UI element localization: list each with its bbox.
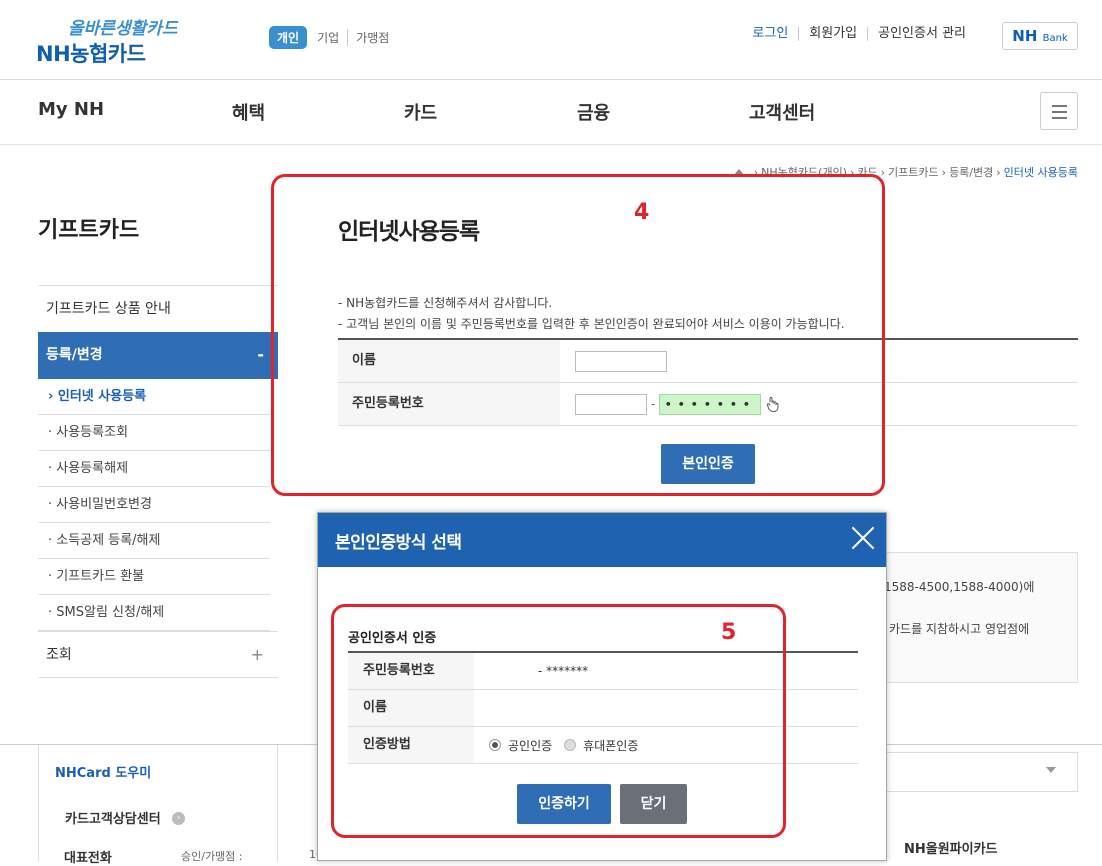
gnb-card[interactable]: 카드 — [404, 99, 437, 125]
rrn-label: 주민등록번호 — [338, 383, 560, 425]
chevron-down-icon — [1046, 767, 1056, 773]
lnb-inquiry[interactable]: 조회 + — [38, 631, 278, 678]
keypad-icon[interactable] — [766, 396, 779, 412]
lnb-register-label: 등록/변경 — [46, 347, 103, 363]
breadcrumb-current: 인터넷 사용등록 — [1003, 166, 1078, 179]
nh-bank-main: NH — [1012, 27, 1038, 45]
form-row-rrn: 주민등록번호 - ••••••• — [338, 383, 1078, 426]
rrn-separator: - — [651, 397, 656, 411]
lnb-sub-sms-alert[interactable]: · SMS알림 신청/해제 — [38, 595, 270, 631]
close-icon[interactable] — [851, 526, 875, 550]
annotation-label-5: 5 — [721, 620, 737, 645]
modal-header: 본인인증방식 선택 — [318, 513, 886, 567]
breadcrumb-item[interactable]: 기프트카드 — [888, 164, 939, 180]
lnb-giftcard-product[interactable]: 기프트카드 상품 안내 — [38, 285, 278, 332]
certificate-manage-link[interactable]: 공인인증서 관리 — [867, 27, 976, 41]
identity-verify-button[interactable]: 본인인증 — [661, 444, 755, 484]
nh-bank-button[interactable]: NH Bank — [1002, 22, 1078, 50]
lnb-sub-register-cancel[interactable]: · 사용등록해제 — [38, 451, 270, 487]
authenticate-button[interactable]: 인증하기 — [517, 784, 611, 824]
lnb-sub-internet-register[interactable]: › 인터넷 사용등록 — [38, 379, 270, 415]
arrow-right-icon[interactable]: › — [172, 812, 185, 825]
home-icon[interactable] — [732, 168, 745, 176]
page-title: 인터넷사용등록 — [338, 219, 480, 245]
logo-slogan[interactable]: 올바른생활카드 — [68, 14, 177, 39]
modal-name-value — [474, 690, 858, 726]
tab-personal[interactable]: 개인 — [269, 26, 308, 49]
helper-title: NHCard 도우미 — [55, 766, 152, 781]
breadcrumb: › NH농협카드(개인) › 카드 › 기프트카드 › 등록/변경 › 인터넷 … — [732, 164, 1078, 180]
menu-button[interactable] — [1040, 92, 1078, 130]
cs-center-label[interactable]: 카드고객상담센터 — [65, 808, 161, 827]
modal-row-name: 이름 — [348, 690, 858, 727]
expand-icon[interactable]: + — [251, 632, 264, 678]
gnb-benefits[interactable]: 혜택 — [232, 99, 265, 125]
left-nav: 기프트카드 상품 안내 등록/변경 - › 인터넷 사용등록 · 사용등록조회 … — [38, 285, 278, 678]
notice-item: - 고객님 본인의 이름 및 주민등록번호를 입력한 후 본인인증이 완료되어야… — [338, 317, 845, 331]
radio-mobile-label[interactable]: 휴대폰인증 — [583, 737, 638, 754]
lnb-inquiry-label: 조회 — [46, 647, 72, 663]
modal-method-label: 인증방법 — [348, 727, 474, 763]
collapse-icon[interactable]: - — [257, 332, 264, 378]
global-nav: My NH 혜택 카드 금융 고객센터 — [0, 80, 1102, 145]
modal-rrn-label: 주민등록번호 — [348, 653, 474, 689]
lnb-sub-password-change[interactable]: · 사용비밀번호변경 — [38, 487, 270, 523]
notice-list: - NH농협카드를 신청해주셔서 감사합니다. - 고객님 본인의 이름 및 주… — [338, 293, 845, 335]
onepay-card-label[interactable]: NH올원파이카드 — [904, 838, 998, 857]
rrn-front-input[interactable] — [575, 393, 647, 415]
gnb-finance[interactable]: 금융 — [577, 99, 610, 125]
nh-card-logo[interactable]: NH농협카드 — [36, 38, 146, 68]
rrn-back-input[interactable]: ••••••• — [659, 393, 762, 415]
form-row-name: 이름 — [338, 340, 1078, 383]
name-label: 이름 — [338, 340, 560, 382]
modal-row-rrn: 주민등록번호 - ******* — [348, 653, 858, 690]
breadcrumb-item[interactable]: 등록/변경 — [949, 164, 993, 180]
gnb-my-nh[interactable]: My NH — [38, 99, 104, 120]
info-text: 카드를 지참하시고 영업점에 — [889, 622, 1030, 636]
radio-certificate[interactable] — [489, 739, 501, 751]
modal-close-button[interactable]: 닫기 — [620, 784, 687, 824]
nh-bank-small: Bank — [1042, 33, 1068, 44]
rep-phone-sub: 승인/가맹점 : — [181, 850, 243, 863]
lnb-sub-tax-deduction[interactable]: · 소득공제 등록/해제 — [38, 523, 270, 559]
lnb-register-change[interactable]: 등록/변경 - — [38, 332, 278, 379]
modal-info-table: 주민등록번호 - ******* 이름 인증방법 공인인증 휴대폰인증 — [348, 651, 858, 764]
tab-company[interactable]: 기업 — [317, 29, 347, 46]
site-header: 올바른생활카드 NH농협카드 개인 기업 가맹점 로그인 회원가입 공인인증서 … — [0, 0, 1102, 80]
name-input[interactable] — [575, 350, 667, 372]
breadcrumb-item[interactable]: NH농협카드(개인) — [761, 164, 847, 180]
hamburger-icon — [1052, 105, 1067, 107]
utility-links: 로그인 회원가입 공인인증서 관리 — [742, 27, 976, 41]
registration-form: 이름 주민등록번호 - ••••••• — [338, 338, 1078, 426]
modal-title: 본인인증방식 선택 — [335, 533, 462, 553]
modal-rrn-value: - ******* — [538, 664, 589, 678]
gnb-customer-center[interactable]: 고객센터 — [749, 99, 815, 125]
annotation-label-4: 4 — [634, 200, 650, 225]
modal-section-title: 공인인증서 인증 — [348, 631, 437, 646]
modal-name-label: 이름 — [348, 690, 474, 726]
signup-link[interactable]: 회원가입 — [798, 27, 867, 41]
tab-merchant[interactable]: 가맹점 — [347, 29, 397, 46]
audience-tabs: 개인 기업 가맹점 — [269, 26, 397, 49]
radio-certificate-label[interactable]: 공인인증 — [508, 737, 552, 754]
info-box — [862, 552, 1078, 683]
radio-mobile[interactable] — [564, 739, 577, 751]
rep-phone-label: 대표전화 — [64, 851, 112, 866]
login-link[interactable]: 로그인 — [742, 27, 798, 41]
lnb-sub-register-inquiry[interactable]: · 사용등록조회 — [38, 415, 270, 451]
notice-item: - NH농협카드를 신청해주셔서 감사합니다. — [338, 296, 553, 310]
lnb-sub-refund[interactable]: · 기프트카드 환불 — [38, 559, 270, 595]
modal-row-method: 인증방법 공인인증 휴대폰인증 — [348, 727, 858, 764]
auth-method-modal: 본인인증방식 선택 공인인증서 인증 주민등록번호 - ******* 이름 인… — [317, 512, 887, 861]
info-text: 1588-4500,1588-4000)에 — [884, 580, 1035, 594]
breadcrumb-item[interactable]: 카드 — [857, 164, 877, 180]
lnb-title: 기프트카드 — [38, 218, 140, 243]
